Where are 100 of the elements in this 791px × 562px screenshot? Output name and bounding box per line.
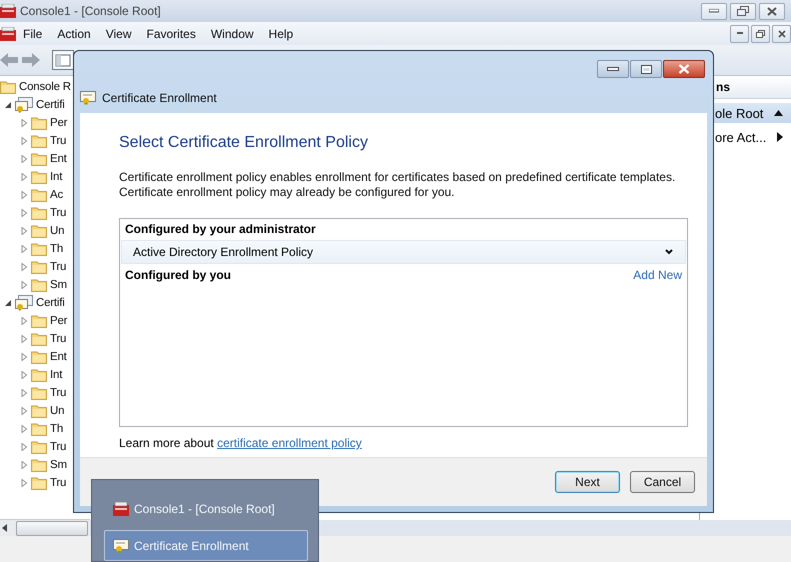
folder-icon xyxy=(31,476,47,490)
expand-arrow-icon[interactable] xyxy=(20,281,28,289)
folder-icon xyxy=(31,224,47,238)
tree-item[interactable]: Tru xyxy=(50,135,66,147)
expand-arrow-icon[interactable] xyxy=(20,407,28,415)
menu-item[interactable]: Action xyxy=(50,26,99,40)
folder-icon xyxy=(31,404,47,418)
expand-arrow-icon[interactable] xyxy=(20,209,28,217)
expand-arrow-icon[interactable] xyxy=(20,155,28,163)
expand-arrow-icon[interactable] xyxy=(20,371,28,379)
expand-arrow-icon[interactable] xyxy=(20,335,28,343)
console-icon xyxy=(0,4,16,18)
folder-icon xyxy=(31,188,47,202)
folder-icon xyxy=(31,314,47,328)
maximize-icon[interactable] xyxy=(640,64,652,74)
expand-arrow-icon[interactable] xyxy=(20,191,28,199)
close-icon[interactable] xyxy=(767,6,777,16)
tree-item[interactable]: Certifi xyxy=(36,297,65,309)
expand-arrow-icon[interactable] xyxy=(20,119,28,127)
expand-arrow-icon[interactable] xyxy=(20,263,28,271)
tree-item[interactable]: Sm xyxy=(50,459,67,471)
menu-item[interactable]: View xyxy=(98,26,140,40)
tree-item[interactable]: Sm xyxy=(50,279,67,291)
expand-arrow-icon[interactable] xyxy=(20,443,28,451)
description-text: Certificate enrollment policy enables enrollment for certificates based on predefined certificate templates. Certificate enrollment policy may already be configured for you. xyxy=(119,170,676,200)
tree-item[interactable]: Per xyxy=(50,117,68,129)
dialog-button[interactable]: Cancel xyxy=(630,471,695,493)
dialog-button[interactable]: Next xyxy=(555,471,620,493)
minimize-icon[interactable] xyxy=(736,32,742,35)
tree-item[interactable]: Per xyxy=(50,315,68,327)
folder-icon xyxy=(31,422,47,436)
tree-item[interactable]: Ac xyxy=(50,189,64,201)
restore-icon[interactable] xyxy=(756,30,765,38)
minimize-button[interactable] xyxy=(701,2,727,20)
tree-item[interactable]: Tru xyxy=(50,207,66,219)
collapse-icon[interactable] xyxy=(774,110,783,116)
console-tree-icon[interactable] xyxy=(52,50,74,70)
collapse-arrow-icon[interactable] xyxy=(4,101,12,109)
tree-item[interactable]: Tru xyxy=(50,261,66,273)
folder-icon xyxy=(0,80,16,94)
policy-help-link[interactable]: certificate enrollment policy xyxy=(217,436,362,450)
tree-item[interactable]: Tru xyxy=(50,387,66,399)
folder-icon xyxy=(31,350,47,364)
certificate-icon xyxy=(113,538,129,553)
folder-icon xyxy=(31,260,47,274)
expand-arrow-icon[interactable] xyxy=(20,353,28,361)
expand-arrow-icon[interactable] xyxy=(20,461,28,469)
menu-item[interactable]: File xyxy=(16,26,50,40)
tree-item[interactable]: Ent xyxy=(50,351,67,363)
expand-arrow-icon[interactable] xyxy=(20,173,28,181)
folder-icon xyxy=(31,242,47,256)
add-new-link[interactable]: Add New xyxy=(633,268,682,282)
policy-item[interactable]: Active Directory Enrollment Policy xyxy=(121,240,686,264)
certificate-store-icon xyxy=(15,97,33,113)
close-button[interactable] xyxy=(772,24,791,42)
menu-item[interactable]: Help xyxy=(262,26,302,40)
tree-item[interactable]: Th xyxy=(50,243,64,255)
close-icon[interactable] xyxy=(778,30,786,38)
restore-button[interactable] xyxy=(730,2,756,20)
expand-arrow-icon[interactable] xyxy=(20,425,28,433)
expand-arrow-icon[interactable] xyxy=(20,479,28,487)
folder-icon xyxy=(31,368,47,382)
maximize-button[interactable] xyxy=(630,60,662,78)
chevron-icon[interactable] xyxy=(665,249,673,255)
expand-arrow-icon[interactable] xyxy=(20,317,28,325)
minimize-button[interactable] xyxy=(730,24,749,42)
restore-button[interactable] xyxy=(751,24,770,42)
tree-item[interactable]: Tru xyxy=(50,333,66,345)
scroll-left-icon[interactable] xyxy=(0,523,10,533)
minimize-button[interactable] xyxy=(597,60,629,78)
window-title: Console1 - [Console Root] xyxy=(20,4,161,18)
tree-item[interactable]: Ent xyxy=(50,153,67,165)
close-button[interactable] xyxy=(759,2,785,20)
submenu-arrow-icon[interactable] xyxy=(777,132,783,142)
tree-item[interactable]: Th xyxy=(50,423,64,435)
dialog-title: Certificate Enrollment xyxy=(102,90,217,104)
collapse-arrow-icon[interactable] xyxy=(4,299,12,307)
minimize-icon[interactable] xyxy=(709,9,719,13)
tree-item[interactable]: Console R xyxy=(19,81,71,93)
tree-item[interactable]: Un xyxy=(50,405,64,417)
restore-icon[interactable] xyxy=(737,6,749,16)
learn-more-text: Learn more about certificate enrollment policy xyxy=(119,436,363,450)
tree-item[interactable]: Tru xyxy=(50,441,66,453)
tree-item[interactable]: Int xyxy=(50,171,62,183)
menu-item[interactable]: Favorites xyxy=(140,26,204,40)
horizontal-scrollbar[interactable] xyxy=(0,519,90,536)
expand-arrow-icon[interactable] xyxy=(20,227,28,235)
tree-item[interactable]: Int xyxy=(50,369,62,381)
tree-item[interactable]: Un xyxy=(50,225,64,237)
actions-item[interactable]: ore Act... xyxy=(715,130,766,144)
tree-item[interactable]: Tru xyxy=(50,477,66,489)
expand-arrow-icon[interactable] xyxy=(20,245,28,253)
minimize-icon[interactable] xyxy=(607,66,619,72)
menu-item[interactable]: Window xyxy=(204,26,262,40)
folder-icon xyxy=(31,458,47,472)
expand-arrow-icon[interactable] xyxy=(20,389,28,397)
tree-item[interactable]: Certifi xyxy=(36,99,65,111)
folder-icon xyxy=(31,134,47,148)
close-button[interactable] xyxy=(663,60,705,78)
expand-arrow-icon[interactable] xyxy=(20,137,28,145)
